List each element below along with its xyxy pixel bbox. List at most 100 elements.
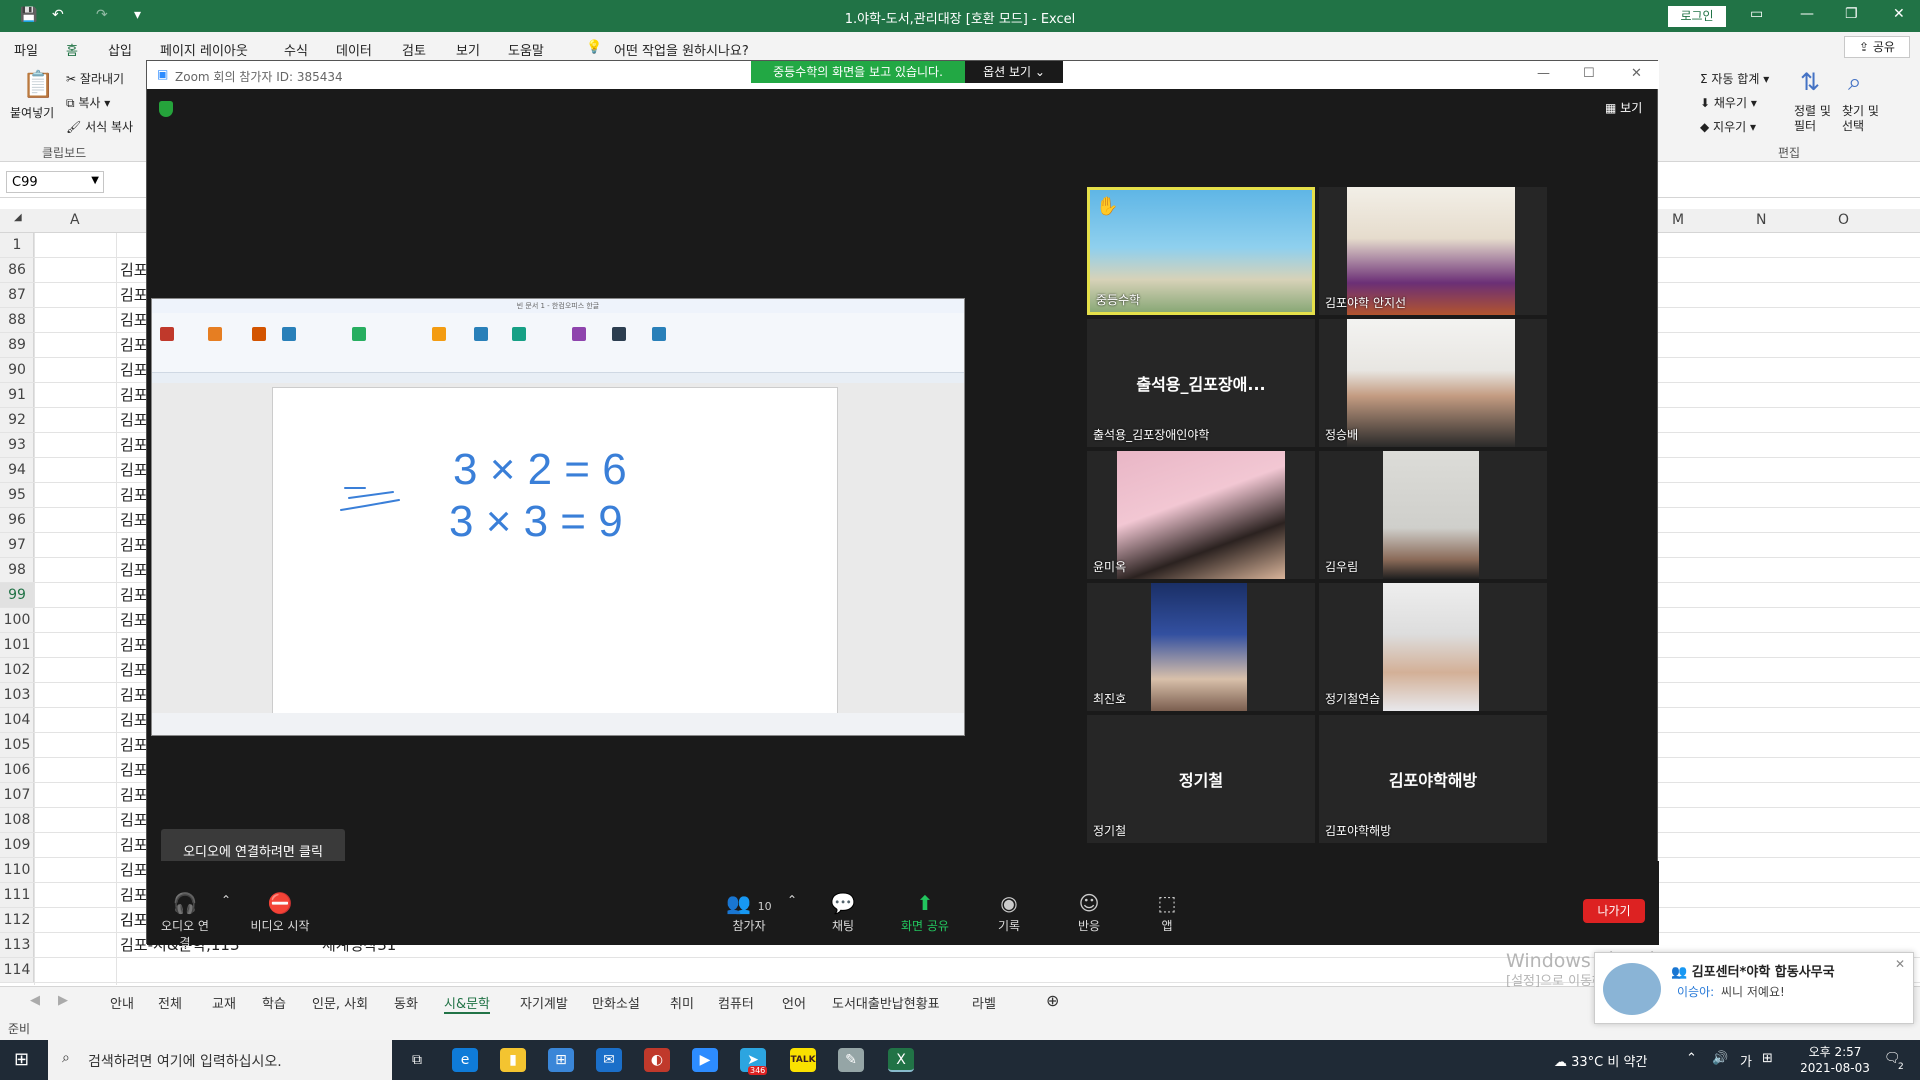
row-header[interactable]: 109 — [0, 833, 34, 858]
sheet-tab[interactable]: 컴퓨터 — [718, 993, 754, 1012]
sheet-tab[interactable]: 시&문학 — [444, 993, 491, 1014]
row-header[interactable]: 99 — [0, 583, 34, 608]
select-all-icon[interactable]: ◢ — [14, 212, 22, 223]
column-a-header[interactable]: A — [70, 212, 80, 228]
ime-mode-icon[interactable]: ⊞ — [1762, 1051, 1773, 1066]
paste-icon[interactable]: 📋 — [22, 70, 54, 100]
mail-icon[interactable]: ✉ — [596, 1048, 622, 1072]
tab-insert[interactable]: 삽입 — [108, 40, 132, 59]
column-o-header[interactable]: O — [1838, 212, 1849, 228]
paint-icon[interactable]: ✎ — [838, 1048, 864, 1072]
participant-tile[interactable]: ✋ 중등수학 — [1087, 187, 1315, 315]
close-icon[interactable]: ✕ — [1893, 6, 1905, 22]
view-button[interactable]: ▦ 보기 — [1605, 99, 1642, 116]
zoom-minimize-icon[interactable]: — — [1537, 66, 1550, 81]
autosum-button[interactable]: Σ 자동 합계 ▾ — [1700, 70, 1769, 87]
paste-button[interactable]: 붙여넣기 — [10, 104, 54, 121]
find-icon[interactable]: ⌕ — [1848, 68, 1861, 96]
participants-chevron-icon[interactable]: ⌃ — [787, 893, 797, 907]
row-header[interactable]: 98 — [0, 558, 34, 583]
sheet-tab[interactable]: 라벨 — [972, 993, 996, 1012]
tab-file[interactable]: 파일 — [14, 40, 38, 59]
file-explorer-icon[interactable]: ▮ — [500, 1048, 526, 1072]
join-audio-button[interactable]: 🎧 오디오 연결 — [157, 891, 213, 951]
ribbon-display-icon[interactable]: ▭ — [1750, 6, 1763, 22]
clock-date[interactable]: 2021-08-03 — [1794, 1061, 1876, 1075]
row-header[interactable]: 114 — [0, 958, 34, 983]
row-header[interactable]: 103 — [0, 683, 34, 708]
sheet-tab[interactable]: 취미 — [670, 993, 694, 1012]
chat-notification[interactable]: 👥 김포센터*야학 합동사무국 이승아: 씨니 저예요! ✕ — [1594, 952, 1914, 1024]
participant-tile[interactable]: 정승배 — [1319, 319, 1547, 447]
row-header[interactable]: 101 — [0, 633, 34, 658]
tray-chevron-icon[interactable]: ⌃ — [1686, 1051, 1697, 1066]
sheet-tab[interactable]: 인문, 사회 — [312, 993, 368, 1012]
row-header[interactable]: 105 — [0, 733, 34, 758]
row-header[interactable]: 108 — [0, 808, 34, 833]
ime-indicator[interactable]: 가 — [1740, 1051, 1752, 1070]
excel-taskbar-icon[interactable]: X — [888, 1048, 914, 1072]
record-button[interactable]: ◉ 기록 — [989, 891, 1029, 934]
row-header[interactable]: 89 — [0, 333, 34, 358]
kakaotalk-icon[interactable]: TALK — [790, 1048, 816, 1072]
fill-button[interactable]: ⬇ 채우기 ▾ — [1700, 94, 1757, 111]
sheet-tab[interactable]: 만화소설 — [592, 993, 640, 1012]
windows-start-icon[interactable]: ⊞ — [14, 1049, 29, 1070]
tab-help[interactable]: 도움말 — [508, 40, 544, 59]
app-icon[interactable]: ◐ — [644, 1048, 670, 1072]
tell-me-box[interactable]: 어떤 작업을 원하시나요? — [614, 40, 749, 59]
minimize-icon[interactable]: — — [1800, 6, 1814, 22]
name-box[interactable]: C99 ▼ — [6, 171, 104, 193]
share-screen-button[interactable]: ⬆ 화면 공유 — [895, 891, 955, 934]
row-header[interactable]: 111 — [0, 883, 34, 908]
row-header[interactable]: 96 — [0, 508, 34, 533]
row-header[interactable]: 106 — [0, 758, 34, 783]
weather-indicator[interactable]: ☁ 33°C 비 약간 — [1554, 1051, 1647, 1070]
task-view-icon[interactable]: ⧉ — [404, 1048, 430, 1072]
scroll-right-icon[interactable]: ▶ — [58, 993, 68, 1008]
row-header[interactable]: 104 — [0, 708, 34, 733]
tab-data[interactable]: 데이터 — [336, 40, 372, 59]
tab-home[interactable]: 홈 — [66, 40, 78, 64]
participant-tile[interactable]: 윤미옥 — [1087, 451, 1315, 579]
find-select-button[interactable]: 찾기 및 선택 — [1842, 104, 1892, 134]
restore-icon[interactable]: ❐ — [1845, 6, 1858, 22]
row-header[interactable]: 110 — [0, 858, 34, 883]
store-icon[interactable]: ⊞ — [548, 1048, 574, 1072]
sheet-tab[interactable]: 전체 — [158, 993, 182, 1012]
volume-icon[interactable]: 🔊 — [1712, 1051, 1728, 1066]
start-video-button[interactable]: ⛔ 비디오 시작 — [247, 891, 313, 934]
sheet-tab[interactable]: 학습 — [262, 993, 286, 1012]
apps-button[interactable]: ⬚ 앱 — [1147, 891, 1187, 934]
row-header[interactable]: 90 — [0, 358, 34, 383]
chat-button[interactable]: 💬 채팅 — [823, 891, 863, 934]
sheet-tab[interactable]: 교재 — [212, 993, 236, 1012]
participant-tile[interactable]: 최진호 — [1087, 583, 1315, 711]
row-header[interactable]: 102 — [0, 658, 34, 683]
column-m-header[interactable]: M — [1672, 212, 1684, 228]
format-painter-button[interactable]: 🖌 서식 복사 — [66, 118, 133, 135]
share-button[interactable]: ⇪ 공유 — [1844, 36, 1910, 58]
sheet-tab[interactable]: 도서대출반납현황표 — [832, 993, 940, 1012]
view-options-button[interactable]: 옵션 보기 ⌄ — [965, 61, 1063, 83]
row-header[interactable]: 100 — [0, 608, 34, 633]
audio-options-chevron-icon[interactable]: ⌃ — [221, 893, 231, 907]
zoom-taskbar-icon[interactable]: ▶ — [692, 1048, 718, 1072]
column-n-header[interactable]: N — [1756, 212, 1766, 228]
sheet-tab[interactable]: 자기계발 — [520, 993, 568, 1012]
zoom-close-icon[interactable]: ✕ — [1631, 66, 1642, 81]
login-button[interactable]: 로그인 — [1668, 6, 1726, 27]
sheet-tab[interactable]: 안내 — [110, 993, 134, 1012]
reactions-button[interactable]: ☺ 반응 — [1069, 891, 1109, 934]
encryption-shield-icon[interactable] — [159, 101, 173, 117]
row-header[interactable]: 86 — [0, 258, 34, 283]
row-header[interactable]: 112 — [0, 908, 34, 933]
row-header[interactable]: 88 — [0, 308, 34, 333]
participant-tile[interactable]: 김우림 — [1319, 451, 1547, 579]
row-header[interactable]: 107 — [0, 783, 34, 808]
tab-formulas[interactable]: 수식 — [284, 40, 308, 59]
clear-button[interactable]: ◆ 지우기 ▾ — [1700, 118, 1756, 135]
sort-filter-button[interactable]: 정렬 및 필터 — [1794, 104, 1842, 134]
participant-tile[interactable]: 정기철 정기철 — [1087, 715, 1315, 843]
scroll-left-icon[interactable]: ◀ — [30, 993, 40, 1008]
